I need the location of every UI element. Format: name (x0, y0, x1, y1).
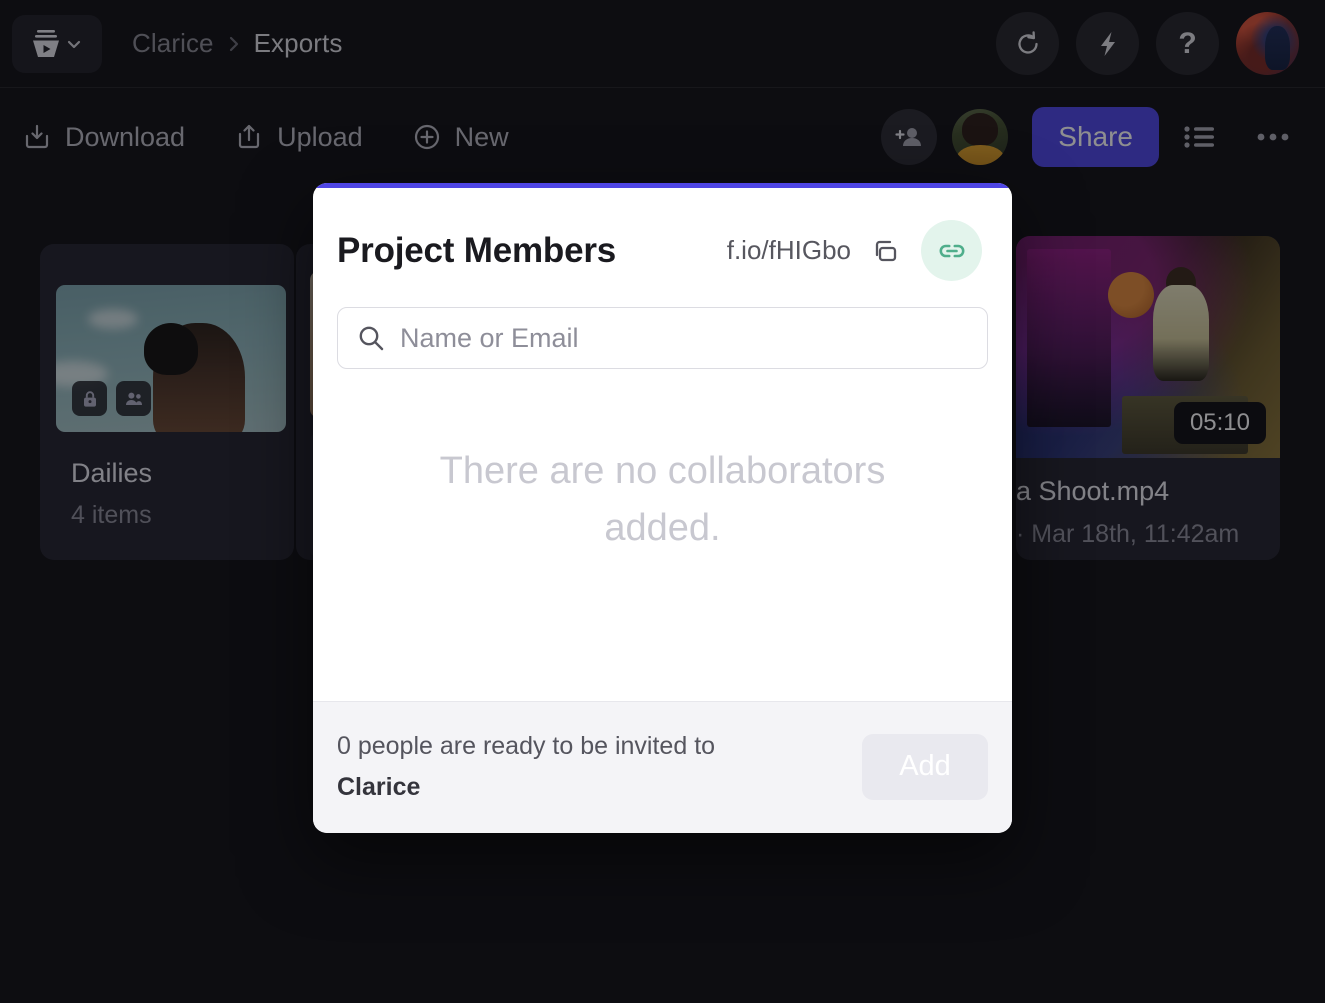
invite-summary: 0 people are ready to be invited to Clar… (337, 726, 715, 807)
modal-title: Project Members (337, 231, 616, 271)
search-icon (356, 323, 386, 353)
link-chain-icon (936, 235, 968, 267)
copy-link-button[interactable] (868, 233, 904, 269)
project-members-modal: Project Members f.io/fHIGbo (313, 183, 1012, 833)
modal-body: There are no collaborators added. (313, 369, 1012, 701)
member-search-field[interactable] (337, 307, 988, 369)
search-input[interactable] (400, 323, 969, 354)
modal-header: Project Members f.io/fHIGbo (313, 188, 1012, 281)
modal-header-actions: f.io/fHIGbo (727, 220, 982, 281)
invite-project-name: Clarice (337, 767, 715, 808)
invite-summary-text: 0 people are ready to be invited to (337, 732, 715, 760)
add-members-button[interactable]: Add (862, 734, 988, 800)
copy-icon (870, 235, 902, 267)
share-link-text: f.io/fHIGbo (727, 235, 851, 266)
empty-state-message: There are no collaborators added. (428, 443, 898, 557)
app-root: Clarice Exports ? (0, 0, 1325, 1003)
modal-footer: 0 people are ready to be invited to Clar… (313, 701, 1012, 833)
copy-share-link-button[interactable] (921, 220, 982, 281)
